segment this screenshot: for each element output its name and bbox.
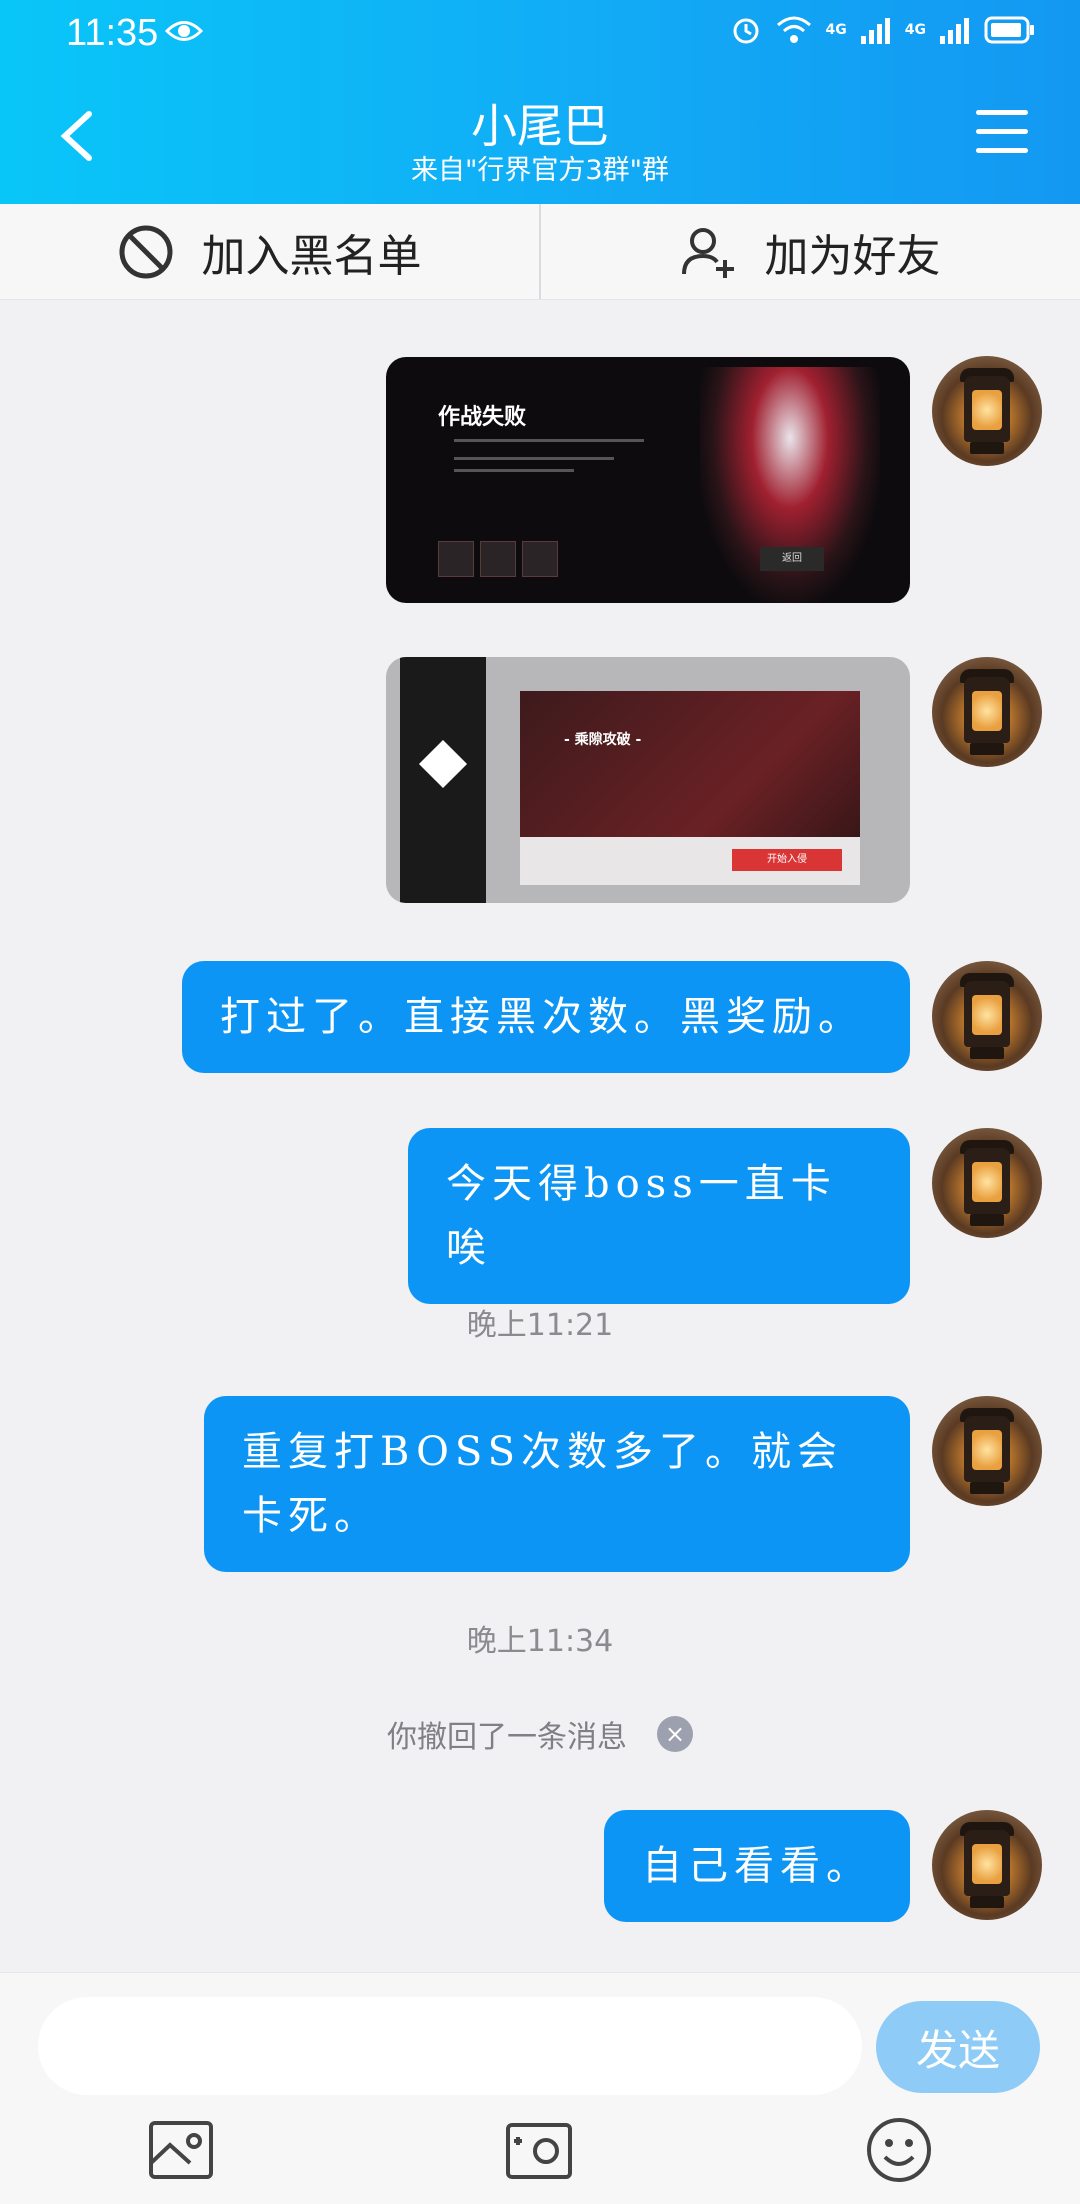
message-bubble[interactable]: 今天得boss一直卡唉 xyxy=(408,1128,910,1304)
battery-icon xyxy=(984,16,1034,44)
timestamp: 晚上11:34 xyxy=(466,1624,614,1659)
image-button-label: 返回 xyxy=(760,547,824,571)
signal-icon xyxy=(860,18,890,44)
image-icon[interactable] xyxy=(146,2115,216,2185)
network-label-2: 4G xyxy=(904,22,926,38)
chat-subtitle: 来自"行界官方3群"群 xyxy=(410,155,670,186)
input-bar: 发送 xyxy=(0,1972,1080,2204)
emoji-icon[interactable] xyxy=(864,2115,934,2185)
recall-notice: 你撤回了一条消息 × xyxy=(0,1712,1080,1756)
alarm-icon xyxy=(733,18,759,44)
message-bubble[interactable]: 打过了。直接黑次数。黑奖励。 xyxy=(182,961,910,1073)
wifi-icon xyxy=(776,16,811,43)
menu-icon[interactable] xyxy=(976,110,1028,154)
message-bubble[interactable]: 重复打BOSS次数多了。就会卡死。 xyxy=(204,1396,910,1572)
eye-icon xyxy=(165,21,203,41)
image-message[interactable]: 作战失败 返回 xyxy=(386,357,910,603)
avatar[interactable] xyxy=(932,356,1042,466)
send-button[interactable]: 发送 xyxy=(876,2001,1040,2093)
timestamp: 晚上11:21 xyxy=(466,1308,614,1343)
avatar[interactable] xyxy=(932,657,1042,767)
status-time: 11:35 xyxy=(66,12,159,54)
add-friend-button[interactable]: 加为好友 xyxy=(539,204,1080,299)
image-message[interactable]: - 乘隙攻破 - 开始入侵 xyxy=(386,657,910,903)
signal-icon xyxy=(940,18,969,44)
close-icon[interactable]: × xyxy=(657,1716,693,1752)
add-user-icon xyxy=(681,227,734,278)
avatar[interactable] xyxy=(932,1396,1042,1506)
chat-title: 小尾巴 xyxy=(471,99,609,153)
avatar[interactable] xyxy=(932,961,1042,1071)
action-bar: 加入黑名单 加为好友 xyxy=(0,204,1080,300)
network-label-1: 4G xyxy=(825,22,847,38)
blacklist-label: 加入黑名单 xyxy=(201,230,422,282)
camera-icon[interactable] xyxy=(504,2115,574,2185)
image-caption: - 乘隙攻破 - xyxy=(564,732,642,748)
avatar[interactable] xyxy=(932,1810,1042,1920)
blacklist-button[interactable]: 加入黑名单 xyxy=(0,204,539,299)
message-bubble[interactable]: 自己看看。 xyxy=(604,1810,910,1922)
block-icon xyxy=(119,225,172,278)
image-button-label: 开始入侵 xyxy=(732,849,842,871)
recall-text: 你撤回了一条消息 xyxy=(387,1720,627,1755)
chat-header: 11:35 4G 4G 小尾巴 来自"行界官方3群"群 xyxy=(0,0,1080,204)
message-input[interactable] xyxy=(38,1997,862,2095)
status-icons: 4G 4G xyxy=(730,14,1036,46)
image-caption: 作战失败 xyxy=(438,405,527,430)
add-friend-label: 加为好友 xyxy=(764,230,941,282)
avatar[interactable] xyxy=(932,1128,1042,1238)
